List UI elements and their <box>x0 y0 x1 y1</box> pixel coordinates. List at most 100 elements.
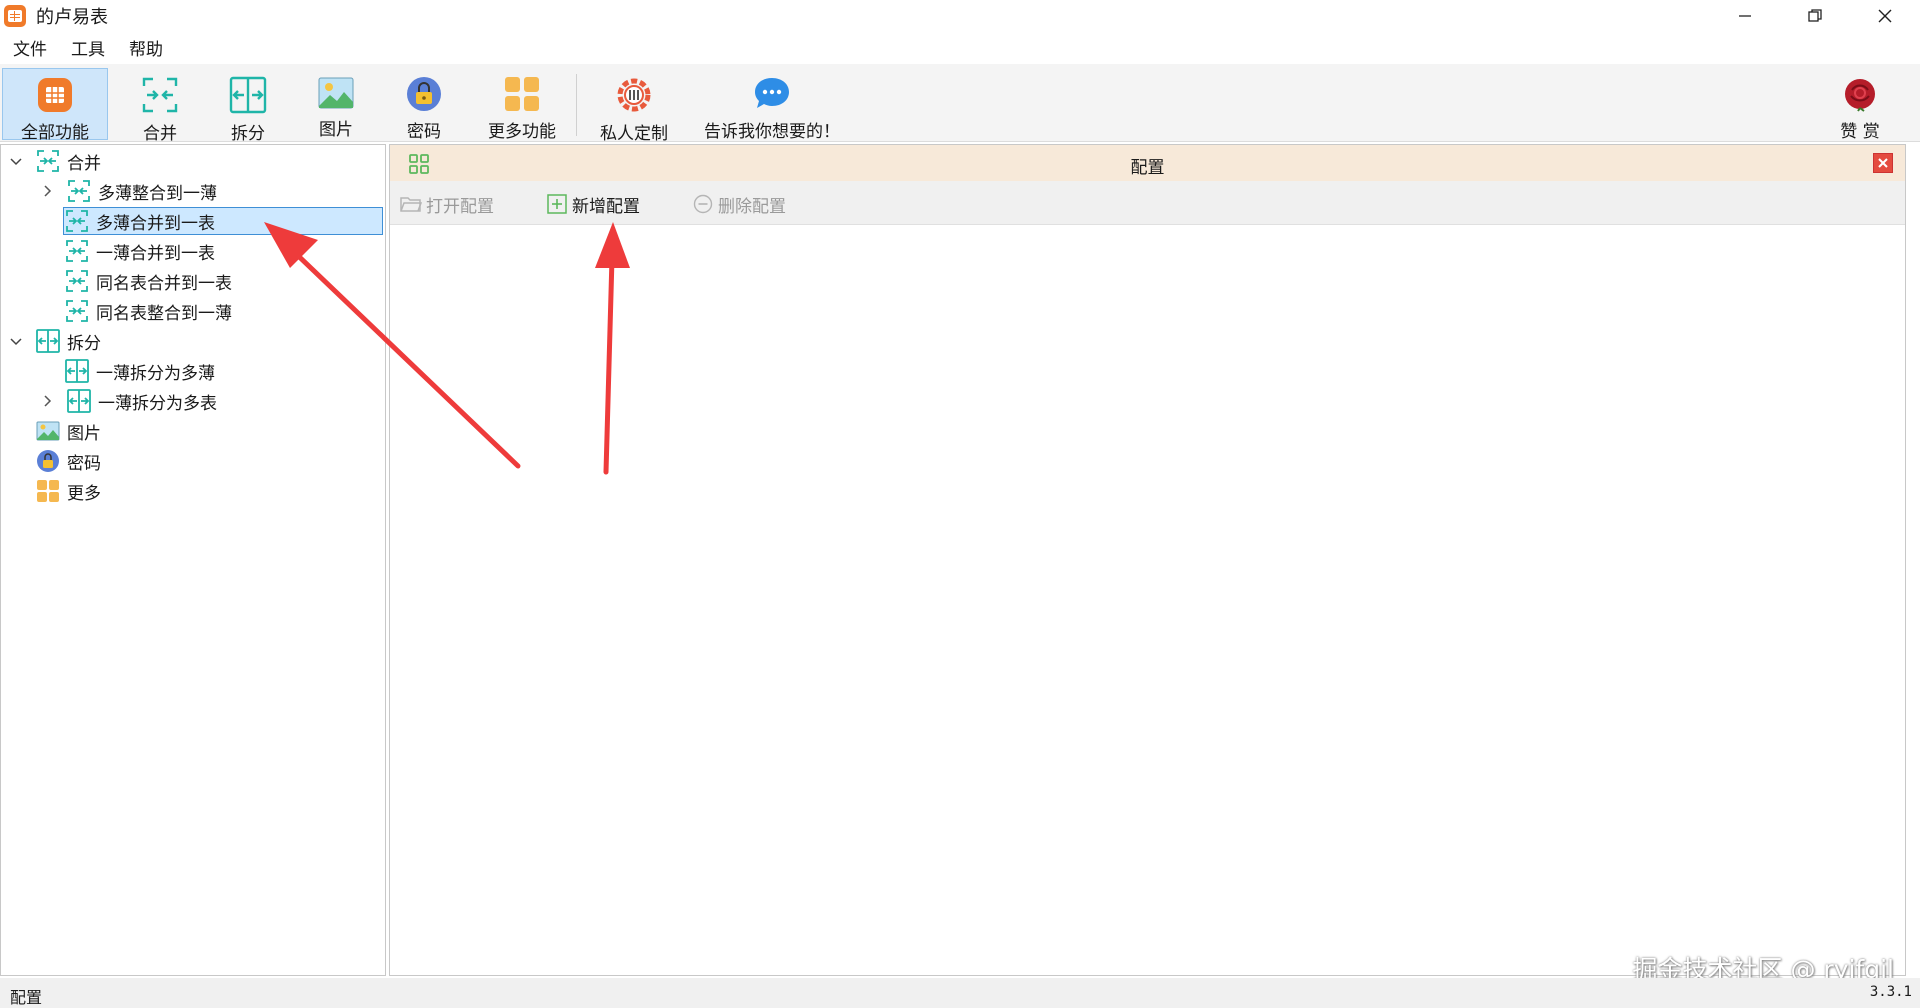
toolbar-more-functions-button[interactable]: 更多功能 <box>474 68 570 142</box>
minimize-button[interactable] <box>1710 0 1780 32</box>
more-icon <box>35 479 61 503</box>
chevron-right-icon[interactable] <box>38 392 56 410</box>
chevron-down-icon[interactable] <box>7 332 25 350</box>
menu-file[interactable]: 文件 <box>0 35 59 60</box>
tree-node-label: 密码 <box>67 453 101 474</box>
menu-tools[interactable]: 工具 <box>59 35 117 60</box>
toolbar-separator <box>576 74 577 136</box>
tree-node-multi-book-to-one-sheet[interactable]: 多薄合并到一表 <box>63 207 383 235</box>
tree-node-multi-book-to-one-book[interactable]: 多薄整合到一薄 <box>38 177 217 205</box>
merge-icon <box>35 149 61 173</box>
merge-icon <box>64 269 90 293</box>
tree-node-one-book-to-multi-books[interactable]: 一薄拆分为多薄 <box>64 357 215 385</box>
toolbar-custom-button[interactable]: 私人定制 <box>588 68 680 144</box>
toolbar-label: 告诉我你想要的！ <box>704 122 840 142</box>
panel-toolbar: 打开配置 新增配置 删除配置 <box>390 181 1905 225</box>
window-title: 的卢易表 <box>36 7 108 28</box>
minimize-icon <box>1739 15 1751 17</box>
merge-icon <box>66 179 92 203</box>
tree-node-label: 更多 <box>67 483 101 504</box>
merge-icon <box>64 209 90 233</box>
toolbar-merge-button[interactable]: 合并 <box>122 68 198 144</box>
status-bar: 配置 3.3.1 <box>0 978 1920 1008</box>
close-icon <box>1878 9 1892 23</box>
tree-node-label: 一薄合并到一表 <box>96 243 215 264</box>
split-icon <box>229 76 267 114</box>
main-toolbar: 全部功能 合并 拆分 图片 密码 更多功能 私人定制 告诉我你想要的！ 赞 赏 <box>0 64 1920 144</box>
toolbar-label: 私人定制 <box>600 124 668 144</box>
tree-node-one-book-to-multi-sheets[interactable]: 一薄拆分为多表 <box>38 387 217 415</box>
merge-icon <box>64 299 90 323</box>
toolbar-label: 赞 赏 <box>1840 122 1880 142</box>
toolbar-donate-button[interactable]: 赞 赏 <box>1822 68 1898 142</box>
toolbar-label: 全部功能 <box>21 123 89 143</box>
tree-node-label: 拆分 <box>67 333 101 354</box>
plus-icon <box>546 193 568 215</box>
tree-node-password[interactable]: 密码 <box>35 447 101 475</box>
tree-node-label: 同名表合并到一表 <box>96 273 232 294</box>
delete-config-button[interactable]: 删除配置 <box>692 191 786 217</box>
split-icon <box>64 359 90 383</box>
restore-button[interactable] <box>1780 0 1850 32</box>
lock-icon <box>405 76 443 112</box>
tree-node-same-name-to-one-book[interactable]: 同名表整合到一薄 <box>64 297 232 325</box>
app-window: 的卢易表 文件 工具 帮助 全部功能 合并 拆分 图片 密码 更多功能 私人定制… <box>0 0 1920 1008</box>
lock-icon <box>35 449 61 473</box>
open-config-button[interactable]: 打开配置 <box>400 191 494 217</box>
tree-node-label: 多薄整合到一薄 <box>98 183 217 204</box>
add-config-button[interactable]: 新增配置 <box>546 191 640 217</box>
function-tree: 合并 多薄整合到一薄 多薄合并到一表 一薄合并到一表 同名表合并到一表 同名表整… <box>0 144 386 976</box>
tree-node-label: 合并 <box>67 153 101 174</box>
title-bar: 的卢易表 <box>0 0 1920 32</box>
add-config-label: 新增配置 <box>572 196 640 217</box>
toolbar-all-functions-button[interactable]: 全部功能 <box>2 68 108 143</box>
toolbar-label: 合并 <box>143 124 177 144</box>
app-logo-icon <box>4 5 26 27</box>
custom-icon <box>615 76 653 114</box>
panel-title: 配置 <box>1130 158 1165 178</box>
tree-node-label: 多薄合并到一表 <box>96 213 215 234</box>
toolbar-password-button[interactable]: 密码 <box>386 68 462 142</box>
toolbar-label: 图片 <box>319 120 353 140</box>
status-text: 配置 <box>10 988 43 1007</box>
restore-icon <box>1808 9 1822 22</box>
window-controls <box>1710 0 1920 32</box>
chevron-right-icon[interactable] <box>38 182 56 200</box>
panel-close-button[interactable] <box>1873 153 1893 173</box>
minus-icon <box>692 193 714 215</box>
split-icon <box>66 389 92 413</box>
tree-node-split[interactable]: 拆分 <box>7 327 101 355</box>
all-functions-icon <box>36 77 74 113</box>
panel-header: 配置 <box>390 145 1905 181</box>
open-config-label: 打开配置 <box>426 196 494 217</box>
tree-node-label: 图片 <box>67 423 101 444</box>
tree-node-merge[interactable]: 合并 <box>7 147 101 175</box>
tree-node-image[interactable]: 图片 <box>35 417 101 445</box>
toolbar-label: 拆分 <box>231 124 265 144</box>
toolbar-split-button[interactable]: 拆分 <box>210 68 286 144</box>
chevron-down-icon[interactable] <box>7 152 25 170</box>
menu-bar: 文件 工具 帮助 <box>0 32 1920 62</box>
tree-node-more[interactable]: 更多 <box>35 477 101 505</box>
toolbar-image-button[interactable]: 图片 <box>298 68 374 140</box>
config-panel: 配置 打开配置 新增配置 删除配置 <box>389 144 1906 976</box>
close-icon <box>1878 158 1888 168</box>
close-button[interactable] <box>1850 0 1920 32</box>
menu-help[interactable]: 帮助 <box>117 35 175 60</box>
more-icon <box>503 76 541 112</box>
toolbar-label: 密码 <box>407 122 441 142</box>
tree-node-one-book-to-one-sheet[interactable]: 一薄合并到一表 <box>64 237 215 265</box>
folder-icon <box>400 193 422 215</box>
image-icon <box>317 76 355 110</box>
toolbar-label: 更多功能 <box>488 122 556 142</box>
chat-icon <box>753 76 791 112</box>
merge-icon <box>141 76 179 114</box>
tree-node-same-name-to-one-sheet[interactable]: 同名表合并到一表 <box>64 267 232 295</box>
toolbar-feedback-button[interactable]: 告诉我你想要的！ <box>692 68 852 142</box>
tree-node-label: 一薄拆分为多表 <box>98 393 217 414</box>
split-icon <box>35 329 61 353</box>
delete-config-label: 删除配置 <box>718 196 786 217</box>
merge-icon <box>64 239 90 263</box>
tree-node-label: 同名表整合到一薄 <box>96 303 232 324</box>
tree-node-label: 一薄拆分为多薄 <box>96 363 215 384</box>
